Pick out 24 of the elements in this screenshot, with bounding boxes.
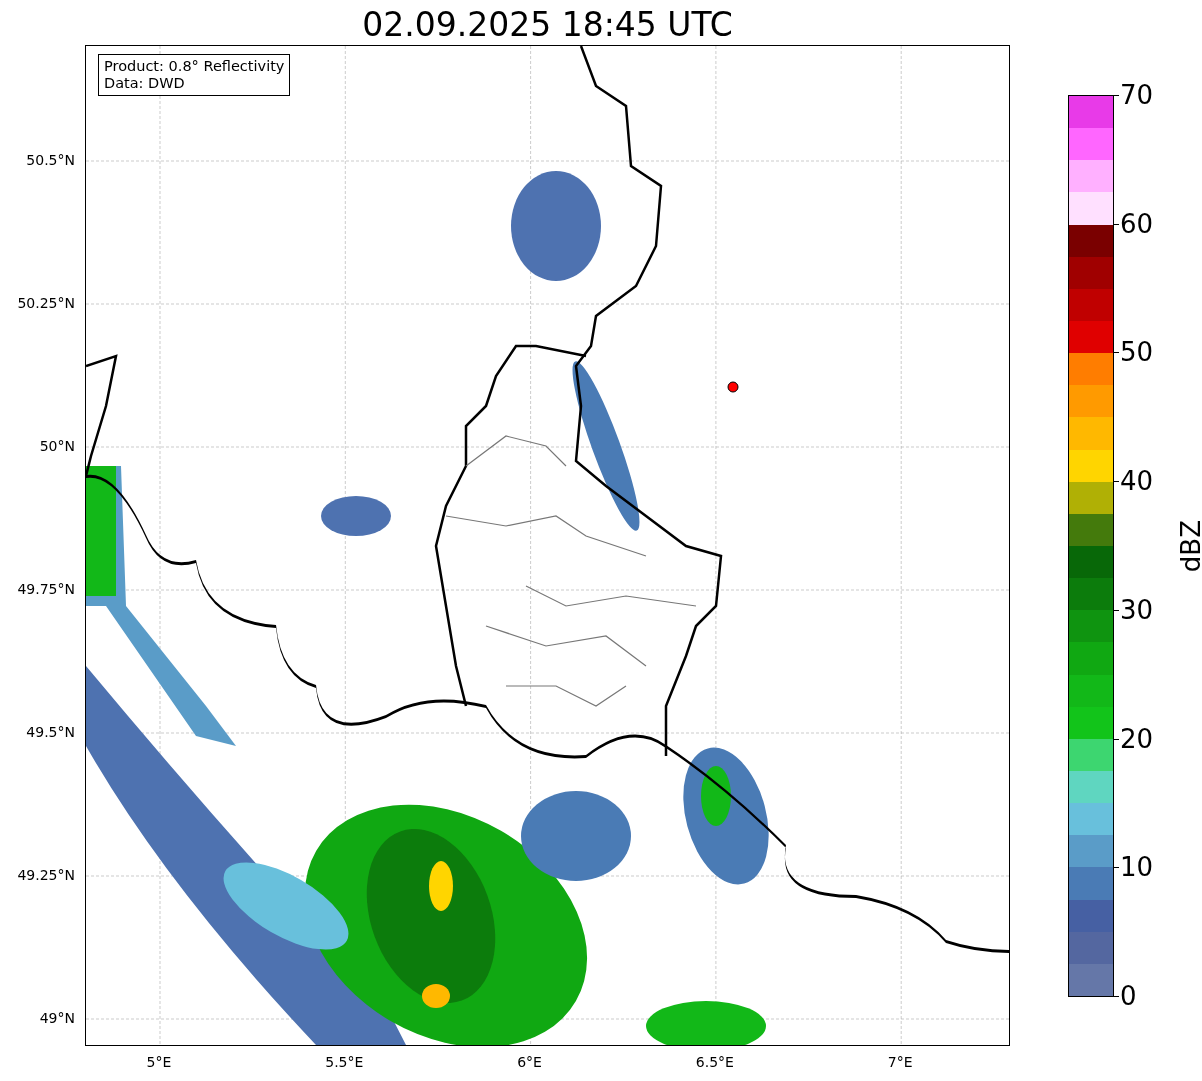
colorbar-tick-label: 40 — [1120, 466, 1154, 497]
info-text: Product: 0.8° Reflectivity — [104, 58, 285, 75]
colorbar-label: dBZ — [1176, 519, 1202, 573]
latitude-label: 50.25°N — [17, 295, 75, 311]
latitude-label: 49°N — [39, 1010, 75, 1026]
colorbar-tick-label: 0 — [1120, 981, 1137, 1011]
info-text: Data: DWD — [104, 75, 186, 92]
longitude-label: 6°E — [517, 1054, 542, 1070]
latitude-label: 49.75°N — [17, 581, 75, 597]
latitude-label: 50°N — [39, 438, 75, 454]
colorbar-tick-label: 70 — [1120, 80, 1154, 110]
longitude-label: 6.5°E — [695, 1054, 734, 1070]
colorbar-tick-label: 10 — [1120, 852, 1154, 883]
latitude-label: 50.5°N — [26, 152, 75, 168]
colorbar-tick-label: 50 — [1120, 337, 1154, 368]
colorbar-tick-label: 20 — [1120, 723, 1154, 754]
longitude-label: 7°E — [887, 1054, 913, 1070]
chart-title: 02.09.2025 18:45 UTC — [361, 4, 734, 45]
latitude-label: 49.5°N — [26, 724, 75, 740]
longitude-label: 5°E — [146, 1054, 172, 1070]
longitude-label: 5.5°E — [325, 1054, 364, 1070]
colorbar-tick-label: 60 — [1120, 208, 1154, 239]
colorbar-tick-label: 30 — [1120, 594, 1154, 625]
latitude-label: 49.25°N — [17, 867, 75, 883]
